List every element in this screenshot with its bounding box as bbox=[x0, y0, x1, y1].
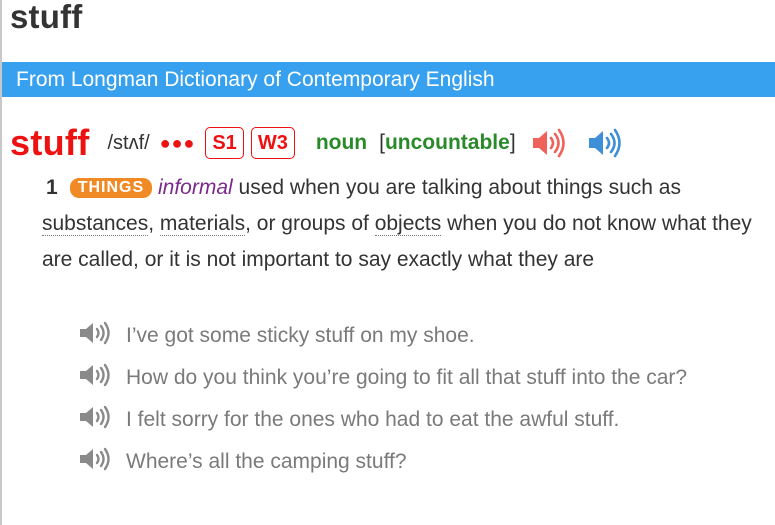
example-audio-icon[interactable] bbox=[78, 363, 116, 387]
sense-1: 1 THINGS informal used when you are talki… bbox=[42, 170, 762, 278]
examples-list: I’ve got some sticky stuff on my shoe. H… bbox=[72, 318, 762, 486]
example-text: How do you think you’re going to fit all… bbox=[126, 366, 688, 389]
example-text: Where’s all the camping stuff? bbox=[126, 450, 407, 473]
headword: stuff bbox=[10, 122, 90, 163]
signpost-badge: THINGS bbox=[69, 178, 153, 198]
definition-text-2: , or groups of bbox=[245, 212, 369, 235]
sense-number: 1 bbox=[46, 176, 58, 199]
grammar-label: [uncountable] bbox=[379, 131, 516, 155]
definition-text-1: used when you are talking about things s… bbox=[238, 176, 681, 199]
dictionary-source-banner: From Longman Dictionary of Contemporary … bbox=[2, 62, 775, 97]
frequency-dots: ●●● bbox=[159, 132, 196, 153]
pronunciation: /stʌf/ bbox=[107, 131, 150, 154]
example-audio-icon[interactable] bbox=[78, 405, 116, 429]
british-audio-icon[interactable] bbox=[530, 128, 568, 158]
example-sentence: How do you think you’re going to fit all… bbox=[72, 360, 762, 396]
part-of-speech: noun bbox=[315, 131, 368, 154]
spoken-frequency-badge[interactable]: S1 bbox=[205, 127, 244, 159]
example-audio-icon[interactable] bbox=[78, 447, 116, 471]
entry-header: stuff /stʌf/ ●●● S1 W3 noun [uncountable… bbox=[10, 118, 624, 168]
grammar-close-bracket: ] bbox=[509, 131, 516, 154]
definition-separator: , bbox=[148, 212, 155, 235]
link-objects[interactable]: objects bbox=[374, 212, 442, 236]
grammar-text: uncountable bbox=[384, 131, 510, 154]
page-title: stuff bbox=[10, 0, 83, 35]
example-sentence: I felt sorry for the ones who had to eat… bbox=[72, 402, 762, 438]
example-text: I felt sorry for the ones who had to eat… bbox=[126, 408, 620, 431]
example-sentence: I’ve got some sticky stuff on my shoe. bbox=[72, 318, 762, 354]
link-substances[interactable]: substances bbox=[42, 212, 149, 236]
example-sentence: Where’s all the camping stuff? bbox=[72, 444, 762, 480]
link-materials[interactable]: materials bbox=[159, 212, 246, 236]
example-audio-icon[interactable] bbox=[78, 321, 116, 345]
american-audio-icon[interactable] bbox=[586, 128, 624, 158]
example-text: I’ve got some sticky stuff on my shoe. bbox=[126, 324, 475, 347]
register-label: informal bbox=[157, 176, 233, 199]
written-frequency-badge[interactable]: W3 bbox=[250, 127, 295, 159]
